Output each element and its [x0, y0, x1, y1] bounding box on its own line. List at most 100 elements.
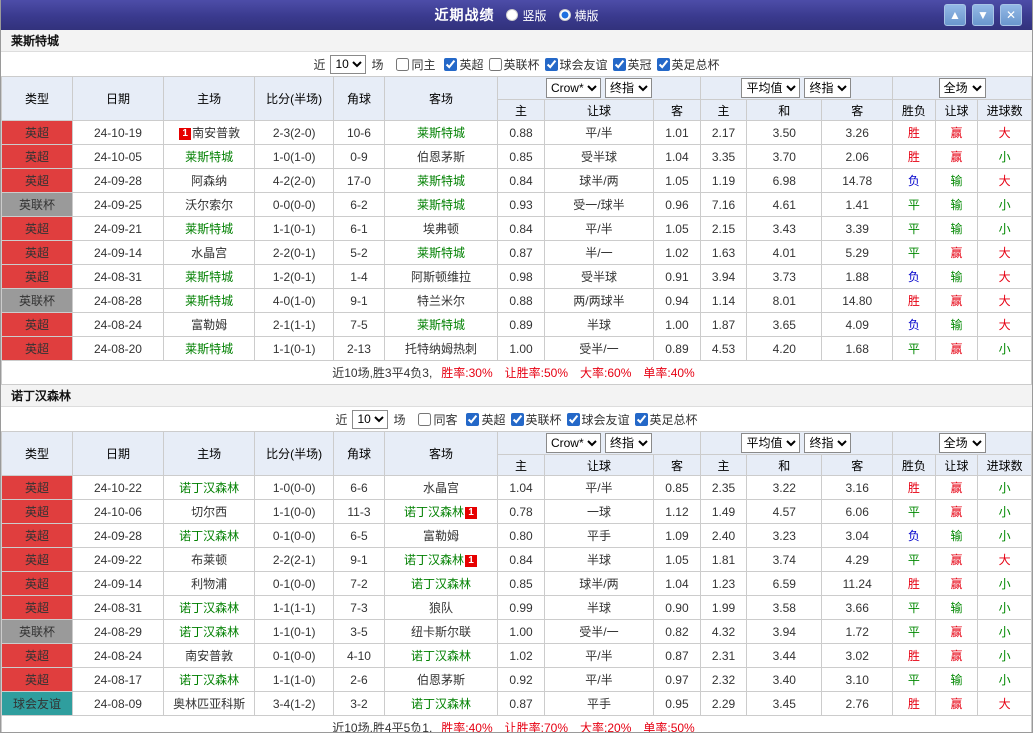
checkbox-icon[interactable]: [656, 57, 670, 71]
goals-result-cell: 大: [977, 168, 1032, 193]
asia-away-odds-cell: 1.02: [653, 240, 701, 265]
corner-cell: 1-4: [333, 264, 385, 289]
result-cell: 负: [892, 523, 936, 548]
checkbox-icon[interactable]: [566, 412, 580, 426]
handicap-result-cell: 赢: [934, 336, 979, 361]
asia-home-odds-cell: 0.80: [497, 523, 545, 548]
asia-away-odds-cell: 0.97: [653, 667, 701, 692]
asia-handicap-cell: 两/两球半: [543, 288, 655, 313]
checkbox-icon[interactable]: [396, 57, 410, 71]
euro-away-odds-cell: 1.68: [821, 336, 894, 361]
away-team-cell: 伯恩茅斯: [383, 667, 499, 692]
recent-count-select[interactable]: 10: [330, 54, 367, 74]
away-team-name: 水晶宫: [422, 481, 459, 495]
asia-home-odds-cell: 0.88: [497, 288, 545, 313]
move-up-button[interactable]: ▲: [944, 4, 966, 26]
handicap-result-cell: 赢: [934, 288, 979, 313]
away-team-name: 莱斯特城: [416, 198, 465, 212]
summary-row: 近10场,胜4平5负1, 胜率:40% 让胜率:70% 大率:20% 单率:50%: [1, 715, 1032, 733]
asia-index-select[interactable]: 终指: [604, 433, 652, 453]
euro-index-select[interactable]: 终指: [804, 78, 852, 98]
league-filter-label: 英联杯: [503, 57, 540, 72]
header-asia-handicap: 让球: [543, 99, 655, 121]
league-cell: 球会友谊: [1, 691, 73, 716]
checkbox-icon[interactable]: [418, 412, 432, 426]
handicap-result-cell: 输: [934, 192, 979, 217]
asia-away-odds-cell: 1.00: [653, 312, 701, 337]
home-team-name: 切尔西: [191, 505, 228, 519]
euro-index-select[interactable]: 终指: [804, 433, 852, 453]
result-cell: 负: [892, 312, 936, 337]
league-filter-checkbox[interactable]: 英足总杯: [656, 56, 720, 73]
match-row: 英联杯 24-09-25 沃尔索尔 0-0(0-0) 6-2 莱斯特城 0.93 受一/球半 0…: [1, 192, 1032, 217]
checkbox-icon[interactable]: [634, 412, 648, 426]
summary-stat: 让胜率:70%: [504, 721, 569, 733]
checkbox-icon[interactable]: [510, 412, 524, 426]
checkbox-icon[interactable]: [444, 57, 458, 71]
score-cell: 0-1(0-0): [254, 571, 335, 596]
euro-average-select[interactable]: 平均值: [741, 78, 801, 98]
euro-average-select[interactable]: 平均值: [741, 433, 801, 453]
result-cell: 平: [892, 547, 936, 572]
close-button[interactable]: ✕: [1000, 4, 1022, 26]
league-filter-checkbox[interactable]: 英联杯: [488, 56, 540, 73]
layout-vertical-radio[interactable]: 竖版: [506, 7, 547, 24]
titlebar-center: 近期战绩 竖版 横版: [1, 0, 1032, 30]
score-cell: 1-0(0-0): [254, 475, 335, 500]
checkbox-icon[interactable]: [544, 57, 558, 71]
checkbox-icon[interactable]: [612, 57, 626, 71]
euro-home-odds-cell: 1.14: [699, 288, 748, 313]
league-filter-checkbox[interactable]: 英联杯: [510, 411, 562, 428]
league-filter-checkbox[interactable]: 球会友谊: [566, 411, 630, 428]
recent-count-select[interactable]: 10: [352, 409, 389, 429]
asia-home-odds-cell: 1.02: [497, 643, 545, 668]
sections-container: 莱斯特城近 10 场同主 英超 英联杯 球会友谊 英冠 英足总杯 类型 日期 主场 比分(半场) 角球客…: [1, 30, 1032, 733]
league-filter-checkbox[interactable]: 英足总杯: [634, 411, 698, 428]
layout-horizontal-radio[interactable]: 横版: [558, 7, 599, 24]
euro-away-odds-cell: 1.88: [821, 264, 894, 289]
euro-away-odds-cell: 4.09: [821, 312, 894, 337]
match-row: 英超 24-08-17 诺丁汉森林 1-1(1-0) 2-6 伯恩茅斯 0.92 平/半 0.9…: [1, 667, 1032, 692]
away-team-name: 诺丁汉森林: [410, 649, 471, 663]
score-cell: 0-1(0-0): [254, 643, 335, 668]
header-asia-away: 客: [653, 454, 701, 476]
scope-select[interactable]: 全场: [938, 433, 986, 453]
header-corner: 角球: [333, 76, 385, 121]
table-body: 英超 24-10-19 1 南安普敦 2-3(2-0) 10-6 莱斯特城 0.88 平/半 1.…: [1, 120, 1032, 385]
bookmaker-select[interactable]: Crow*: [545, 78, 601, 98]
same-venue-checkbox[interactable]: 同客: [418, 411, 457, 428]
asia-home-odds-cell: 0.89: [497, 312, 545, 337]
euro-draw-odds-cell: 3.58: [746, 595, 823, 620]
score-cell: 2-3(2-0): [254, 120, 335, 145]
asia-home-odds-cell: 0.84: [497, 216, 545, 241]
scope-select[interactable]: 全场: [938, 78, 986, 98]
date-cell: 24-08-09: [71, 691, 165, 716]
asia-home-odds-cell: 0.98: [497, 264, 545, 289]
league-filter-checkbox[interactable]: 球会友谊: [544, 56, 608, 73]
checkbox-icon[interactable]: [488, 57, 502, 71]
euro-draw-odds-cell: 3.23: [746, 523, 823, 548]
away-team-name: 诺丁汉森林: [403, 553, 464, 567]
bookmaker-select[interactable]: Crow*: [545, 433, 601, 453]
euro-away-odds-cell: 3.02: [821, 643, 894, 668]
home-team-cell: 切尔西: [163, 499, 256, 524]
asia-handicap-cell: 平/半: [543, 216, 655, 241]
asia-home-odds-cell: 0.84: [497, 168, 545, 193]
league-filter-checkbox[interactable]: 英冠: [612, 56, 652, 73]
match-row: 球会友谊 24-08-09 奥林匹亚科斯 3-4(1-2) 3-2 诺丁汉森林 0.87 平手…: [1, 691, 1032, 716]
home-team-name: 诺丁汉森林: [179, 601, 240, 615]
league-filter-checkbox[interactable]: 英超: [444, 56, 484, 73]
match-row: 英超 24-10-19 1 南安普敦 2-3(2-0) 10-6 莱斯特城 0.88 平/半 1.…: [1, 120, 1032, 145]
header-row-groups: 类型 日期 主场 比分(半场) 角球 客场 Crow* 终指 平均值 终指 全场: [1, 431, 1032, 476]
checkbox-icon[interactable]: [466, 412, 480, 426]
away-team-cell: 诺丁汉森林: [383, 691, 499, 716]
move-down-button[interactable]: ▼: [972, 4, 994, 26]
league-filter-checkbox[interactable]: 英超: [466, 411, 506, 428]
same-venue-checkbox[interactable]: 同主: [396, 56, 435, 73]
result-cell: 平: [892, 619, 936, 644]
away-team-cell: 纽卡斯尔联: [383, 619, 499, 644]
asia-index-select[interactable]: 终指: [604, 78, 652, 98]
home-team-name: 南安普敦: [185, 649, 234, 663]
result-cell: 负: [892, 168, 936, 193]
match-row: 英超 24-10-22 诺丁汉森林 1-0(0-0) 6-6 水晶宫 1.04 平/半 0.85…: [1, 475, 1032, 500]
